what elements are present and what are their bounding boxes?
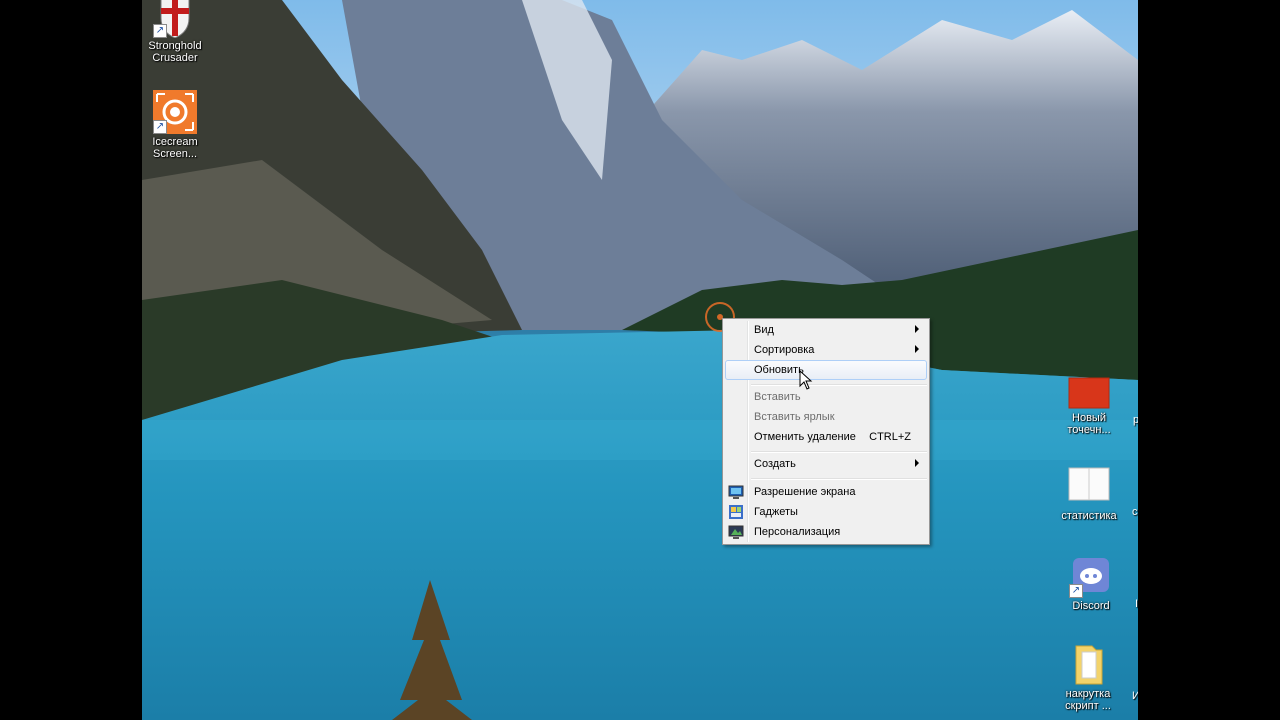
menu-item-view[interactable]: Вид xyxy=(725,320,927,340)
desktop-icon-stronghold[interactable]: ↗ Stronghold Crusader xyxy=(142,0,215,64)
shortcut-arrow-icon: ↗ xyxy=(153,24,167,38)
desktop-icon-icecream[interactable]: ↗ Icecream Screen... xyxy=(142,90,215,160)
submenu-arrow-icon xyxy=(915,459,919,467)
shortcut-text: CTRL+Z xyxy=(869,431,911,443)
partial-label: И xyxy=(1132,690,1138,702)
monitor-icon xyxy=(728,484,744,500)
wallpaper xyxy=(142,0,1138,720)
menu-item-screen-resolution[interactable]: Разрешение экрана xyxy=(725,482,927,502)
desktop[interactable]: ↗ Stronghold Crusader ↗ Icecream Screen.… xyxy=(142,0,1138,720)
desktop-icon-nakrutka[interactable]: накрутка скрипт ... xyxy=(1048,642,1128,712)
menu-item-paste-shortcut[interactable]: Вставить ярлык xyxy=(725,407,927,427)
menu-item-refresh[interactable]: Обновить xyxy=(725,360,927,380)
icon-label: статистика xyxy=(1061,510,1117,522)
partial-label: с xyxy=(1132,506,1138,518)
image-icon xyxy=(1067,376,1111,410)
menu-item-paste[interactable]: Вставить xyxy=(725,387,927,407)
submenu-arrow-icon xyxy=(915,345,919,353)
partial-label: I xyxy=(1135,598,1138,610)
menu-item-sort[interactable]: Сортировка xyxy=(725,340,927,360)
mouse-cursor-icon xyxy=(799,369,813,395)
icon-label: скрипт ... xyxy=(1065,700,1111,712)
menu-item-personalize[interactable]: Персонализация xyxy=(725,522,927,542)
shield-icon: ↗ xyxy=(153,0,197,39)
desktop-icon-discord[interactable]: ↗ Discord xyxy=(1051,554,1131,612)
icon-label: Stronghold xyxy=(148,40,202,52)
gadgets-icon xyxy=(728,504,744,520)
submenu-arrow-icon xyxy=(915,325,919,333)
camera-icon: ↗ xyxy=(153,90,197,134)
book-icon xyxy=(1067,464,1111,508)
icon-label: точечн... xyxy=(1067,424,1111,436)
desktop-icon-stats[interactable]: статистика xyxy=(1049,464,1129,522)
icon-label: Screen... xyxy=(152,148,198,160)
partial-label: р xyxy=(1133,414,1138,426)
desktop-context-menu: Вид Сортировка Обновить Вставить Вставит… xyxy=(722,318,930,545)
menu-item-gadgets[interactable]: Гаджеты xyxy=(725,502,927,522)
menu-separator xyxy=(751,478,927,480)
menu-separator xyxy=(751,384,927,386)
menu-item-new[interactable]: Создать xyxy=(725,454,927,474)
shortcut-arrow-icon: ↗ xyxy=(1069,584,1083,598)
folder-icon xyxy=(1066,642,1110,686)
icon-label: Icecream xyxy=(152,136,198,148)
personalize-icon xyxy=(728,524,744,540)
shortcut-arrow-icon: ↗ xyxy=(153,120,167,134)
desktop-icon-new-bitmap[interactable]: Новый точечн... xyxy=(1049,376,1129,436)
discord-icon: ↗ xyxy=(1069,554,1113,598)
menu-separator xyxy=(751,451,927,453)
icon-label: накрутка xyxy=(1065,688,1111,700)
icon-label: Crusader xyxy=(152,52,198,64)
menu-item-undo-delete[interactable]: Отменить удаление CTRL+Z xyxy=(725,427,927,447)
icon-label: Новый xyxy=(1072,412,1106,424)
icon-label: Discord xyxy=(1072,600,1110,612)
